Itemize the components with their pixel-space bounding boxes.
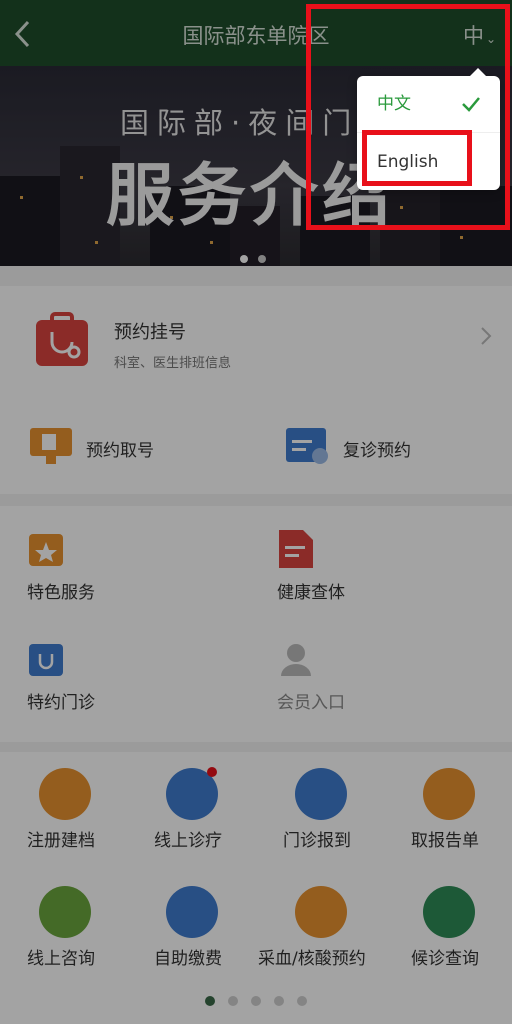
star-badge-icon [29,534,63,566]
special-service-label[interactable]: 特色服务 [27,578,95,603]
member-entry-label[interactable]: 会员入口 [277,688,345,713]
highlight-box [362,130,472,186]
ticket-kiosk-icon [30,428,72,464]
highlight-box [306,4,510,230]
notification-dot [207,767,217,777]
grid-item-label[interactable]: 注册建档 [27,826,95,851]
special-clinic-label[interactable]: 特约门诊 [27,688,95,713]
grid-item-label[interactable]: 线上咨询 [27,944,95,969]
grid-item-label[interactable]: 自助缴费 [154,944,222,969]
checkup-label[interactable]: 健康查体 [277,578,345,603]
services-card: 特色服务 健康查体 特约门诊 会员入口 [0,506,512,742]
calendar-clock-icon [286,428,328,464]
grid-item-label[interactable]: 采血/核酸预约 [258,944,366,969]
health-report-icon [279,530,313,568]
grid-item-label[interactable]: 门诊报到 [283,826,351,851]
queue-icon [423,886,475,938]
functions-grid: 注册建档 线上诊疗 门诊报到 取报告单 线上咨询 自助缴费 采血/核酸预约 候诊… [0,752,512,1024]
get-number-label[interactable]: 预约取号 [86,436,154,461]
carousel-dots [240,248,276,267]
grid-item-label[interactable]: 线上诊疗 [154,826,222,851]
report-icon [423,768,475,820]
appointment-title[interactable]: 预约挂号 [114,318,186,344]
member-icon [281,644,311,676]
chevron-right-icon[interactable] [480,326,492,346]
payment-icon [166,886,218,938]
medical-kit-icon [36,312,88,366]
grid-item-label[interactable]: 取报告单 [411,826,479,851]
page-dots [205,991,320,1010]
blood-test-icon [295,886,347,938]
stethoscope-calendar-icon [29,644,63,676]
revisit-booking-label[interactable]: 复诊预约 [343,436,411,461]
grid-item-label[interactable]: 候诊查询 [411,944,479,969]
doctor-consult-icon [39,886,91,938]
register-file-icon [39,768,91,820]
appointment-subtitle: 科室、医生排班信息 [114,356,232,371]
appointment-card: 预约挂号 科室、医生排班信息 预约取号 复诊预约 [0,286,512,494]
checkin-icon [295,768,347,820]
